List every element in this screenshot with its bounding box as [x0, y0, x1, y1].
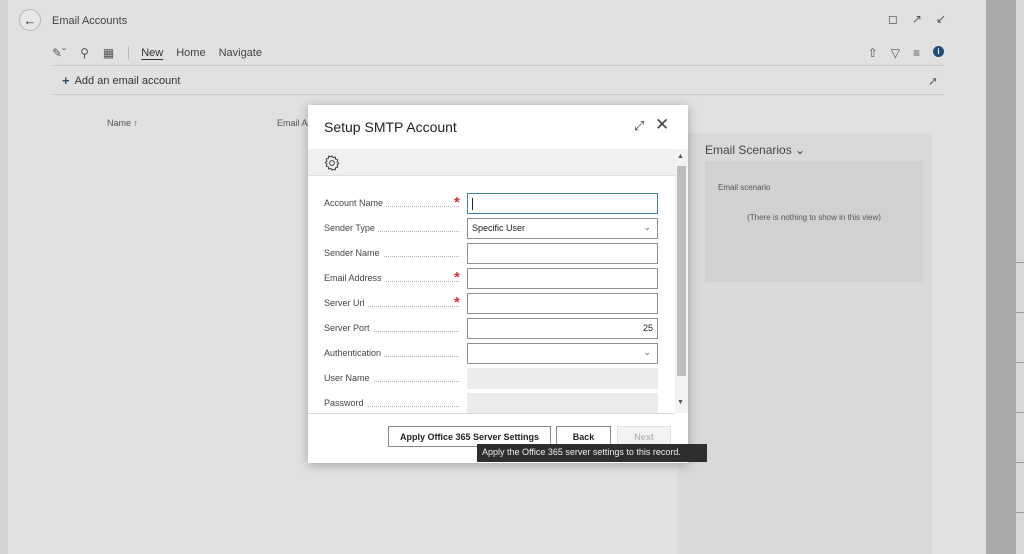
bookmark-icon[interactable]: ◻	[888, 12, 898, 26]
server-url-input[interactable]	[467, 293, 658, 314]
sender-type-value: Specific User	[472, 223, 526, 233]
password-input	[467, 393, 658, 414]
plus-icon: +	[62, 73, 70, 88]
field-password: Password	[324, 393, 658, 415]
dialog-toolbar	[308, 149, 675, 176]
expand-icon[interactable]: ⤢	[634, 118, 644, 134]
open-new-window-icon[interactable]: ↗	[912, 12, 922, 26]
action-bar: ✎ˇ ⚲ ▦ New Home Navigate ⇧ ▽ ≡ i	[52, 40, 944, 66]
scroll-up-icon[interactable]: ▲	[677, 153, 684, 160]
analyze-icon[interactable]: ▦	[103, 46, 114, 60]
field-server-url: Server Url *	[324, 293, 658, 315]
account-name-input[interactable]	[467, 193, 658, 214]
column-header-email[interactable]: Email Ac	[277, 118, 312, 128]
tab-navigate[interactable]: Navigate	[219, 47, 262, 59]
scroll-down-icon[interactable]: ▼	[677, 399, 684, 406]
field-user-name: User Name	[324, 368, 658, 390]
sender-type-dropdown[interactable]: Specific User ⌄	[467, 218, 658, 239]
tab-new[interactable]: New	[141, 47, 163, 59]
field-server-port: Server Port 25	[324, 318, 658, 340]
scrollbar-thumb[interactable]	[677, 166, 686, 376]
chevron-down-icon[interactable]: ⌄	[643, 347, 651, 358]
email-scenario-column: Email scenario	[718, 183, 771, 192]
server-port-value: 25	[642, 323, 653, 333]
list-view-icon[interactable]: ≡	[913, 46, 920, 60]
field-sender-type: Sender Type Specific User ⌄	[324, 218, 658, 240]
dialog-title: Setup SMTP Account	[324, 119, 457, 135]
user-name-label: User Name	[324, 373, 373, 383]
field-account-name: Account Name *	[324, 193, 658, 215]
email-address-input[interactable]	[467, 268, 658, 289]
share-icon[interactable]: ⇧	[868, 46, 878, 60]
field-authentication: Authentication ⌄	[324, 343, 658, 365]
required-asterisk-icon: *	[454, 294, 460, 311]
column-header-name[interactable]: Name ↑	[107, 118, 138, 128]
search-icon[interactable]: ⚲	[80, 46, 89, 60]
background-window-edge	[986, 0, 1024, 554]
filter-icon[interactable]: ▽	[891, 46, 900, 60]
server-url-label: Server Url	[324, 298, 368, 308]
required-asterisk-icon: *	[454, 194, 460, 211]
dialog-scrollbar[interactable]: ▲ ▼	[675, 149, 688, 413]
sender-name-input[interactable]	[467, 243, 658, 264]
page-header-icons: ◻ ↗ ↙	[888, 12, 946, 26]
sender-type-label: Sender Type	[324, 223, 378, 233]
add-email-account-link[interactable]: Add an email account	[75, 75, 181, 87]
account-name-label: Account Name	[324, 198, 387, 208]
chevron-down-icon: ⌄	[795, 143, 806, 157]
tab-home[interactable]: Home	[176, 47, 205, 59]
email-scenarios-title[interactable]: Email Scenarios ⌄	[705, 143, 805, 157]
setup-smtp-account-dialog: Setup SMTP Account ⤢ ✕ ▲ ▼ Account Name *…	[308, 105, 688, 463]
email-address-label: Email Address	[324, 273, 385, 283]
gear-icon[interactable]	[323, 154, 341, 172]
back-arrow-button[interactable]: ←	[19, 9, 41, 31]
server-port-label: Server Port	[324, 323, 373, 333]
chevron-down-icon[interactable]: ⌄	[643, 222, 651, 233]
apply-settings-tooltip: Apply the Office 365 server settings to …	[477, 444, 707, 462]
password-label: Password	[324, 398, 367, 408]
close-icon[interactable]: ✕	[655, 115, 669, 135]
required-asterisk-icon: *	[454, 269, 460, 286]
authentication-dropdown[interactable]: ⌄	[467, 343, 658, 364]
field-sender-name: Sender Name	[324, 243, 658, 265]
server-port-input[interactable]: 25	[467, 318, 658, 339]
arrow-left-icon: ←	[23, 12, 37, 28]
field-email-address: Email Address *	[324, 268, 658, 290]
user-name-input	[467, 368, 658, 389]
collapse-icon[interactable]: ↙	[936, 12, 946, 26]
authentication-label: Authentication	[324, 348, 385, 358]
page-title: Email Accounts	[52, 15, 128, 27]
pin-icon[interactable]: ➚	[928, 74, 938, 88]
edit-list-icon[interactable]: ✎ˇ	[52, 46, 66, 60]
empty-view-message: (There is nothing to show in this view)	[747, 213, 881, 222]
add-email-account-row: + Add an email account ➚	[52, 67, 944, 95]
info-icon[interactable]: i	[933, 45, 944, 57]
sender-name-label: Sender Name	[324, 248, 383, 258]
